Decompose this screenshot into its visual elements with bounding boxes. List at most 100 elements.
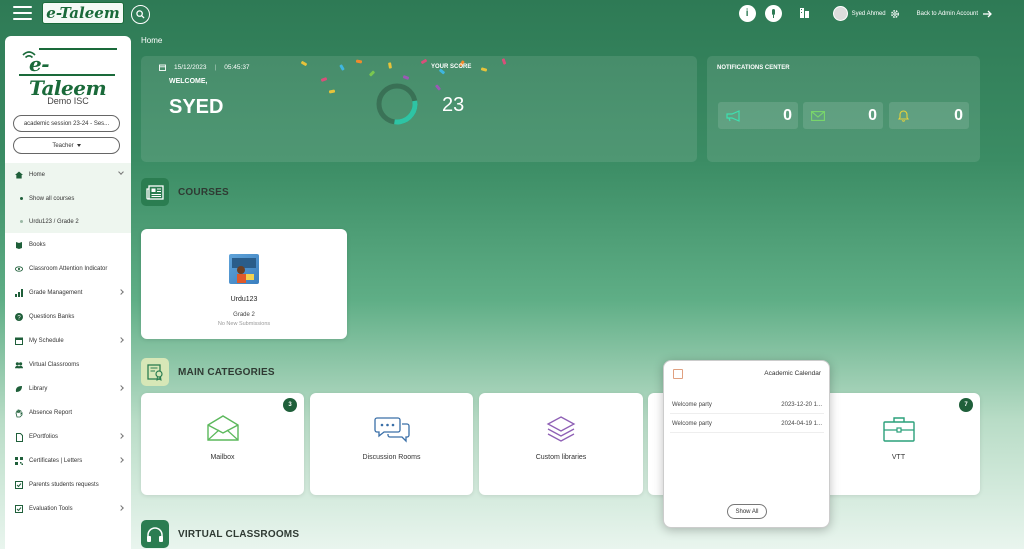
sidebar-subitem-label: Urdu123 / Grade 2 bbox=[29, 218, 79, 225]
sidebar-item-label: Questions Banks bbox=[29, 314, 75, 320]
sidebar-item-virtual-classrooms[interactable]: Virtual Classrooms bbox=[5, 353, 131, 377]
info-icon[interactable]: i bbox=[738, 5, 756, 22]
category-mailbox[interactable]: 3 Mailbox bbox=[141, 393, 304, 495]
breadcrumb[interactable]: Home bbox=[141, 36, 162, 45]
messages-count: 0 bbox=[868, 106, 877, 124]
home-group: Home Show all courses Urdu123 / Grade 2 bbox=[5, 163, 131, 233]
sidebar-item-books[interactable]: Books bbox=[5, 233, 131, 257]
calendar-icon bbox=[159, 64, 166, 71]
score-label: YOUR SCORE bbox=[431, 64, 472, 70]
sidebar-item-label: Virtual Classrooms bbox=[29, 362, 80, 368]
sidebar-item-parents-students-requests[interactable]: Parents students requests bbox=[5, 473, 131, 497]
question-icon: ? bbox=[15, 313, 23, 321]
courses-title: COURSES bbox=[178, 186, 229, 198]
sidebar-item-grade-management[interactable]: Grade Management bbox=[5, 281, 131, 305]
sidebar-item-questions-banks[interactable]: ? Questions Banks bbox=[5, 305, 131, 329]
hamburger-menu-icon[interactable] bbox=[13, 6, 32, 20]
caret-down-icon bbox=[76, 144, 81, 147]
sidebar-logo[interactable]: e-Taleem bbox=[19, 46, 117, 100]
sidebar-item-evaluation-tools[interactable]: Evaluation Tools bbox=[5, 497, 131, 521]
sidebar-item-library[interactable]: Library bbox=[5, 377, 131, 401]
calendar-event[interactable]: Welcome party 2024-04-19 1... bbox=[670, 415, 824, 433]
sidebar-subitem-label: Show all courses bbox=[29, 195, 75, 202]
main-categories-section-header: MAIN CATEGORIES bbox=[141, 358, 275, 386]
chevron-right-icon bbox=[118, 457, 124, 463]
date-time: 15/12/2023 | 05:45:37 bbox=[159, 64, 250, 71]
top-bar: e-Taleem i Syed Ahmed Back to Admin Acco… bbox=[0, 0, 1024, 30]
announcements-counter[interactable]: 0 bbox=[718, 102, 798, 129]
sidebar-subitem-show-all-courses[interactable]: Show all courses bbox=[5, 187, 131, 210]
category-custom-libraries[interactable]: Custom libraries bbox=[479, 393, 643, 495]
messages-counter[interactable]: 0 bbox=[803, 102, 883, 129]
gear-icon[interactable] bbox=[890, 9, 900, 19]
welcome-card: 15/12/2023 | 05:45:37 WELCOME, SYED YOUR… bbox=[141, 56, 697, 162]
role-select-value: Teacher bbox=[52, 142, 74, 149]
megaphone-icon bbox=[726, 109, 740, 122]
role-select[interactable]: Teacher bbox=[13, 137, 120, 154]
current-date: 15/12/2023 bbox=[174, 64, 207, 71]
users-icon bbox=[15, 361, 23, 369]
calendar-event[interactable]: Welcome party 2023-12-20 1... bbox=[670, 396, 824, 414]
sidebar-items: Books Classroom Attention Indicator Grade … bbox=[5, 233, 131, 521]
chevron-right-icon bbox=[118, 385, 124, 391]
sidebar-item-eportfolios[interactable]: EPortfolios bbox=[5, 425, 131, 449]
sidebar-item-my-schedule[interactable]: My Schedule bbox=[5, 329, 131, 353]
sidebar-item-label: My Schedule bbox=[29, 338, 64, 344]
category-label: VTT bbox=[891, 454, 906, 461]
search-icon[interactable] bbox=[131, 5, 150, 24]
building-icon[interactable] bbox=[799, 7, 810, 20]
sidebar-item-absence-report[interactable]: Absence Report bbox=[5, 401, 131, 425]
certificate-icon bbox=[141, 358, 169, 386]
sidebar-subitem-course[interactable]: Urdu123 / Grade 2 bbox=[5, 210, 131, 233]
course-card[interactable]: Urdu123 Grade 2 No New Submissions bbox=[141, 229, 347, 339]
eye-icon bbox=[15, 265, 23, 273]
home-icon bbox=[15, 171, 23, 179]
chevron-down-icon bbox=[118, 169, 124, 175]
qr-icon bbox=[15, 457, 23, 465]
sidebar-item-certificates-letters[interactable]: Certificates | Letters bbox=[5, 449, 131, 473]
sidebar-item-label: Certificates | Letters bbox=[29, 458, 83, 464]
chat-bubbles-icon bbox=[373, 417, 410, 443]
notifications-center: NOTIFICATIONS CENTER 0 0 0 bbox=[707, 56, 980, 162]
category-vtt[interactable]: 7 VTT bbox=[817, 393, 980, 495]
event-date: 2023-12-20 1... bbox=[781, 401, 822, 408]
back-to-admin-link[interactable]: Back to Admin Account bbox=[917, 10, 992, 18]
session-select[interactable]: academic session 23-24 - Ses... bbox=[13, 115, 120, 132]
academic-calendar-popup: Academic Calendar Welcome party 2023-12-… bbox=[663, 360, 830, 528]
document-icon bbox=[15, 432, 23, 442]
microphone-icon[interactable] bbox=[764, 5, 782, 22]
sidebar-item-home[interactable]: Home bbox=[5, 163, 131, 187]
mailbox-badge: 3 bbox=[283, 398, 297, 412]
headphones-icon bbox=[141, 520, 169, 548]
sidebar-item-classroom-attention-indicator[interactable]: Classroom Attention Indicator bbox=[5, 257, 131, 281]
category-label: Custom libraries bbox=[535, 454, 587, 461]
user-menu[interactable]: Syed Ahmed bbox=[832, 6, 900, 21]
welcome-user-name: SYED bbox=[169, 96, 224, 118]
layers-icon bbox=[546, 416, 576, 442]
alerts-count: 0 bbox=[954, 106, 963, 124]
show-all-button[interactable]: Show All bbox=[727, 504, 767, 519]
hand-icon bbox=[15, 409, 23, 417]
sidebar-logo-text: e-Taleem bbox=[29, 52, 107, 100]
sidebar-item-label: Books bbox=[29, 242, 46, 248]
avatar bbox=[832, 6, 848, 21]
calendar-icon bbox=[673, 369, 683, 379]
app-logo[interactable]: e-Taleem bbox=[42, 2, 124, 24]
score-value: 23 bbox=[442, 94, 465, 116]
alerts-counter[interactable]: 0 bbox=[889, 102, 969, 129]
score-gauge bbox=[376, 83, 418, 125]
sidebar-item-label: Library bbox=[29, 386, 48, 392]
sidebar: e-Taleem Demo ISC academic session 23-24… bbox=[5, 36, 131, 549]
courses-section-header: COURSES bbox=[141, 178, 229, 206]
sidebar-item-label: Evaluation Tools bbox=[29, 506, 73, 512]
sidebar-item-label: Parents students requests bbox=[29, 482, 99, 488]
event-name: Welcome party bbox=[672, 401, 712, 408]
chevron-right-icon bbox=[118, 505, 124, 511]
sidebar-item-label: Classroom Attention Indicator bbox=[29, 266, 108, 272]
calendar-icon bbox=[15, 337, 23, 345]
category-discussion-rooms[interactable]: Discussion Rooms bbox=[310, 393, 473, 495]
top-right-actions: i Syed Ahmed Back to Admin Account bbox=[738, 5, 992, 22]
envelope-icon bbox=[206, 415, 239, 441]
user-name: Syed Ahmed bbox=[851, 10, 886, 17]
briefcase-icon bbox=[882, 417, 915, 442]
